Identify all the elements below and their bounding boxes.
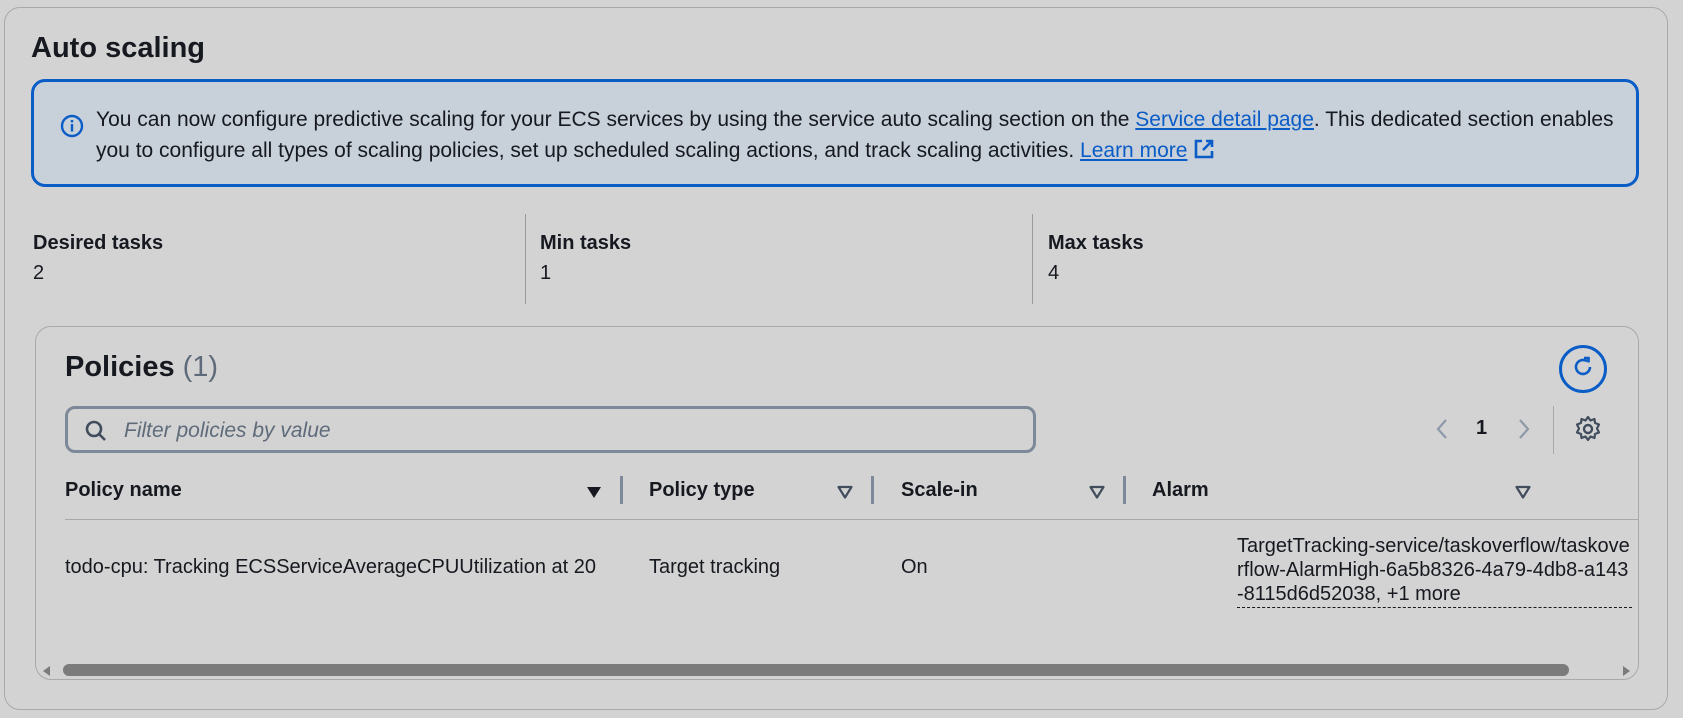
refresh-icon xyxy=(1571,355,1595,384)
refresh-button[interactable] xyxy=(1559,345,1607,393)
previous-page-button[interactable] xyxy=(1434,417,1450,446)
alert-message: You can now configure predictive scaling… xyxy=(96,104,1616,169)
filter-field[interactable] xyxy=(65,406,1036,453)
divider xyxy=(1032,214,1033,304)
divider xyxy=(525,214,526,304)
cell-policy-type: Target tracking xyxy=(649,556,781,578)
stat-value: 4 xyxy=(1048,262,1060,284)
column-resizer[interactable] xyxy=(1123,476,1126,504)
page-number[interactable]: 1 xyxy=(1476,417,1487,440)
section-title: Auto scaling xyxy=(31,32,206,64)
info-icon xyxy=(60,114,84,138)
sort-descending-icon[interactable] xyxy=(585,484,603,505)
stat-label: Desired tasks xyxy=(33,232,164,254)
divider xyxy=(1553,406,1554,454)
service-detail-link[interactable]: Service detail page xyxy=(1135,108,1314,131)
stat-min-tasks: Min tasks 1 xyxy=(540,230,631,290)
stat-max-tasks: Max tasks 4 xyxy=(1048,230,1144,290)
cell-policy-name: todo-cpu: Tracking ECSServiceAverageCPUU… xyxy=(65,556,596,578)
stat-label: Max tasks xyxy=(1048,232,1144,254)
sort-icon[interactable] xyxy=(836,484,854,505)
filter-input[interactable] xyxy=(122,416,1006,446)
scroll-left-arrow[interactable] xyxy=(41,664,53,679)
learn-more-link[interactable]: Learn more xyxy=(1080,139,1187,162)
column-header-alarm[interactable]: Alarm xyxy=(1152,479,1209,502)
column-resizer[interactable] xyxy=(620,476,623,504)
alert-text-start: You can now configure predictive scaling… xyxy=(96,108,1136,131)
column-header-scale-in[interactable]: Scale-in xyxy=(901,479,978,502)
sort-icon[interactable] xyxy=(1088,484,1106,505)
chevron-right-icon xyxy=(1516,419,1532,445)
sort-icon[interactable] xyxy=(1514,484,1532,505)
cell-alarm-popover-trigger[interactable]: TargetTracking-service/taskoverflow/task… xyxy=(1237,534,1632,608)
policies-table-container: Policies(1) 1 xyxy=(35,326,1639,680)
gear-icon xyxy=(1574,415,1602,447)
stat-desired-tasks: Desired tasks 2 xyxy=(33,230,163,290)
column-resizer[interactable] xyxy=(871,476,874,504)
preferences-button[interactable] xyxy=(1574,415,1602,448)
external-link-icon[interactable] xyxy=(1193,138,1215,169)
stat-value: 1 xyxy=(540,262,552,284)
chevron-left-icon xyxy=(1434,419,1450,445)
header-divider xyxy=(65,519,1638,520)
cell-scale-in: On xyxy=(901,556,928,578)
info-alert: You can now configure predictive scaling… xyxy=(31,79,1639,187)
policies-heading: Policies (1) xyxy=(65,351,218,384)
column-header-policy-type[interactable]: Policy type xyxy=(649,479,755,502)
learn-more-label: Learn more xyxy=(1080,139,1188,162)
stat-value: 2 xyxy=(33,262,45,284)
search-icon xyxy=(84,419,108,448)
scrollbar-thumb[interactable] xyxy=(63,664,1569,676)
horizontal-scrollbar[interactable] xyxy=(36,660,1638,679)
policies-title: Policies xyxy=(65,351,175,383)
stat-label: Min tasks xyxy=(540,232,632,254)
column-header-policy-name[interactable]: Policy name xyxy=(65,479,182,502)
next-page-button[interactable] xyxy=(1516,417,1532,446)
scroll-right-arrow[interactable] xyxy=(1620,664,1632,679)
policies-count: (1) xyxy=(182,351,219,383)
